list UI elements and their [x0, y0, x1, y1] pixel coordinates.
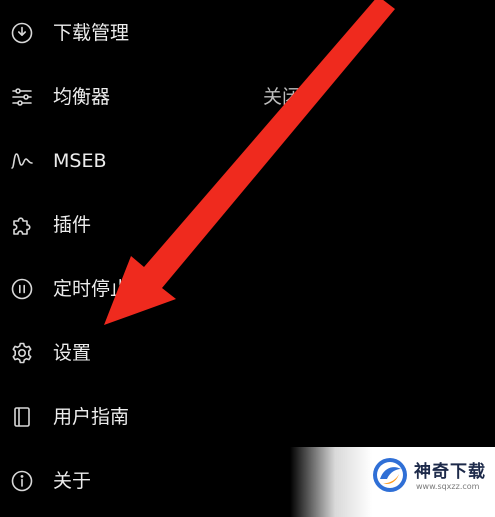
menu-item-label: MSEB	[53, 150, 107, 172]
menu-item-label: 用户指南	[53, 406, 130, 428]
book-guide-icon	[10, 405, 34, 429]
puzzle-plugin-icon	[10, 213, 34, 237]
equalizer-status-value: 关闭	[263, 86, 302, 108]
menu-item-label: 设置	[53, 342, 92, 364]
gear-icon	[10, 341, 34, 365]
menu-item-label: 插件	[53, 214, 92, 236]
menu-item-mseb[interactable]: MSEB	[0, 135, 495, 187]
watermark: 神奇下载 www.sqxzz.com	[290, 447, 495, 517]
menu-item-label: 均衡器	[53, 86, 111, 108]
watermark-url: www.sqxzz.com	[416, 482, 480, 491]
menu-item-label: 下载管理	[53, 22, 130, 44]
watermark-logo-icon	[373, 458, 407, 492]
menu-item-equalizer[interactable]: 均衡器 关闭	[0, 71, 495, 123]
menu-item-download-manager[interactable]: 下载管理	[0, 7, 495, 59]
equalizer-sliders-icon	[10, 85, 34, 109]
menu-item-user-guide[interactable]: 用户指南	[0, 391, 495, 443]
side-menu: 下载管理 均衡器 关闭 MSEB 插件 定时停止 设置 用户指南 关于	[0, 0, 495, 517]
watermark-title: 神奇下载	[414, 462, 486, 482]
pause-timer-icon	[10, 277, 34, 301]
waveform-icon	[10, 149, 34, 173]
menu-item-label: 关于	[53, 470, 92, 492]
menu-item-settings[interactable]: 设置	[0, 327, 495, 379]
menu-item-label: 定时停止	[53, 278, 130, 300]
menu-item-sleep-timer[interactable]: 定时停止	[0, 263, 495, 315]
menu-item-plugins[interactable]: 插件	[0, 199, 495, 251]
download-circle-icon	[10, 21, 34, 45]
info-icon	[10, 469, 34, 493]
